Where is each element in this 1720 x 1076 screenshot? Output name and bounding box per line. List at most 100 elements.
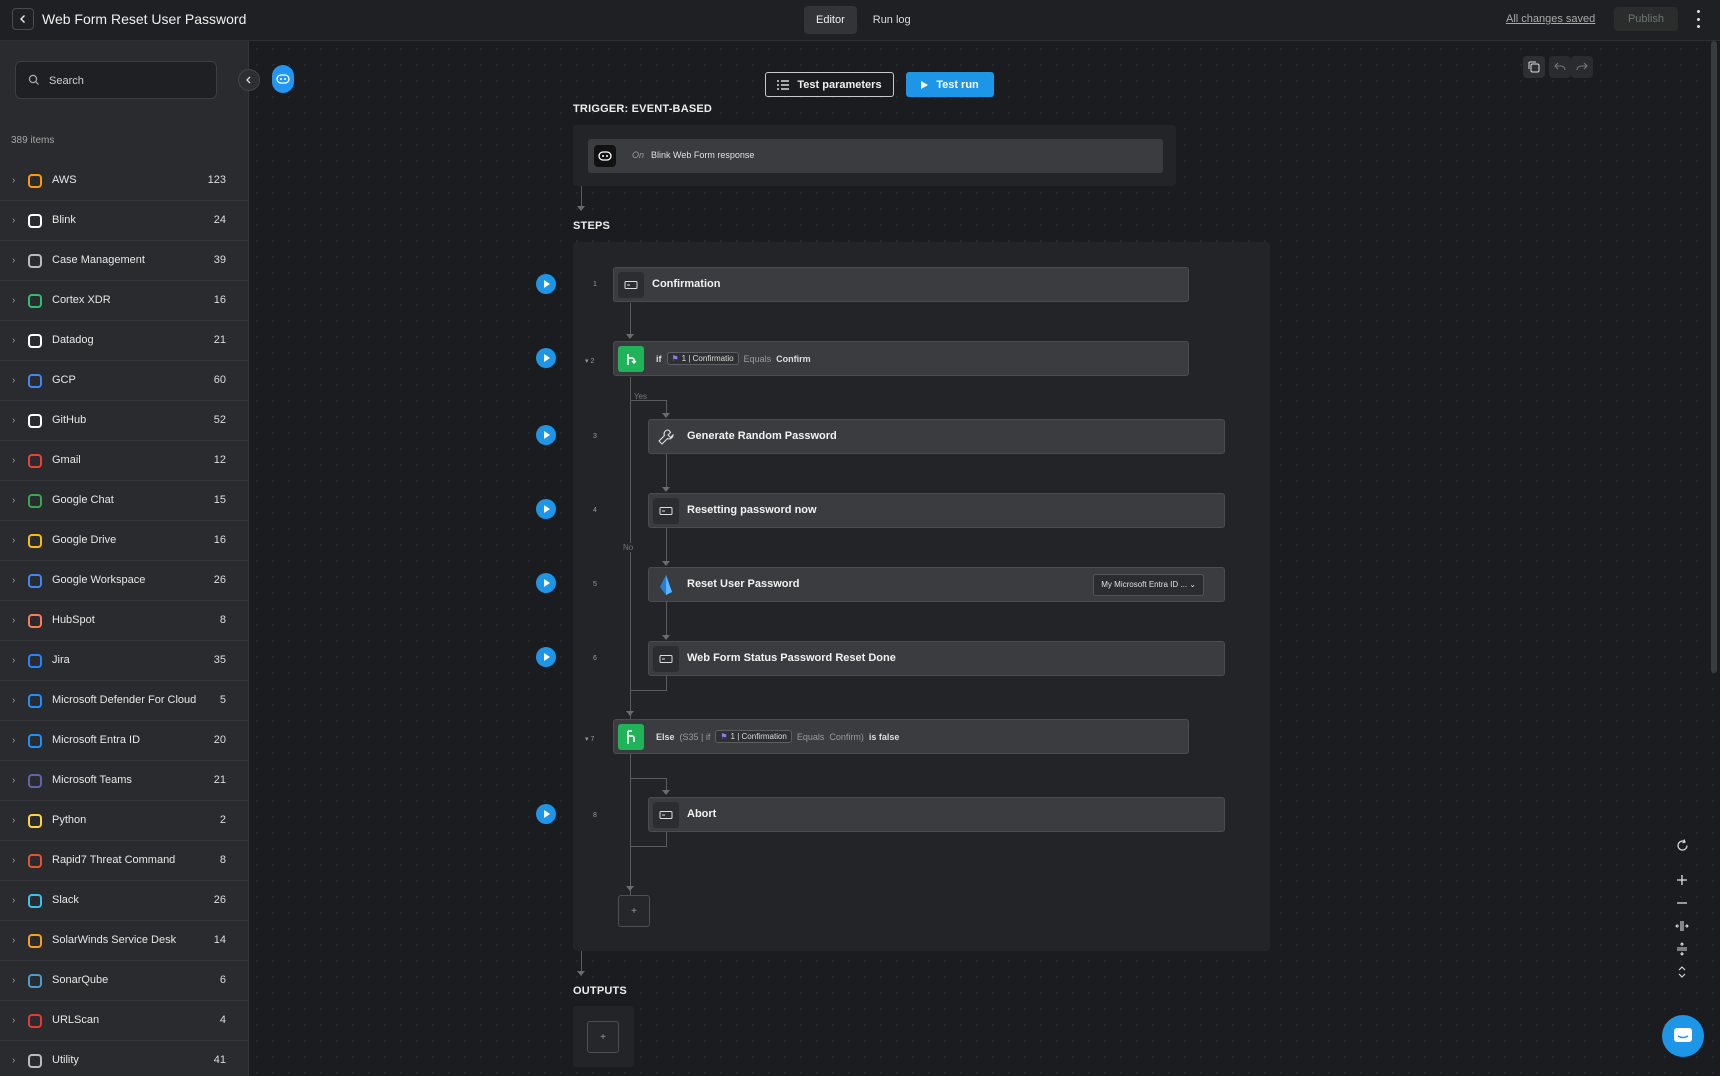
category-item[interactable]: › Rapid7 Threat Command 8 xyxy=(0,841,248,881)
category-item[interactable]: › Cortex XDR 16 xyxy=(0,281,248,321)
outputs-section-label: OUTPUTS xyxy=(573,985,627,997)
step-number: ▾ 2 xyxy=(585,358,595,365)
category-item[interactable]: › Microsoft Teams 21 xyxy=(0,761,248,801)
category-item[interactable]: › Jira 35 xyxy=(0,641,248,681)
category-item[interactable]: › Google Drive 16 xyxy=(0,521,248,561)
category-item[interactable]: › Slack 26 xyxy=(0,881,248,921)
zoom-out-icon[interactable] xyxy=(1668,892,1696,914)
connector-arrow xyxy=(662,635,670,640)
category-item[interactable]: › Case Management 39 xyxy=(0,241,248,281)
branch-icon xyxy=(618,346,644,372)
trigger-on-label: On xyxy=(632,150,645,160)
category-item[interactable]: › Blink 24 xyxy=(0,201,248,241)
category-item[interactable]: › Datadog 21 xyxy=(0,321,248,361)
category-item[interactable]: › Google Workspace 26 xyxy=(0,561,248,601)
category-label: AWS xyxy=(52,174,77,186)
connector xyxy=(666,832,667,846)
shield-icon xyxy=(28,694,42,708)
add-step-button[interactable]: + xyxy=(618,895,650,927)
copy-icon[interactable] xyxy=(1523,56,1545,78)
gmail-icon xyxy=(28,454,42,468)
category-label: Google Chat xyxy=(52,494,114,506)
connector-arrow xyxy=(662,487,670,492)
canvas-scrollbar[interactable] xyxy=(1711,41,1717,673)
category-item[interactable]: › Google Chat 15 xyxy=(0,481,248,521)
category-item[interactable]: › Microsoft Entra ID 20 xyxy=(0,721,248,761)
expand-collapse-icon[interactable] xyxy=(1668,961,1696,983)
chevron-right-icon: › xyxy=(12,335,16,346)
category-item[interactable]: › SolarWinds Service Desk 14 xyxy=(0,921,248,961)
category-item[interactable]: › GCP 60 xyxy=(0,361,248,401)
more-options-icon[interactable] xyxy=(1693,10,1703,28)
redo-icon[interactable] xyxy=(1571,56,1593,78)
chevron-right-icon: › xyxy=(12,295,16,306)
step-else-condition[interactable]: Else (S35 | if ⚑ 1 | Confirmation Equals … xyxy=(613,719,1189,754)
zoom-in-icon[interactable] xyxy=(1668,869,1696,891)
test-run-button[interactable]: Test run xyxy=(906,72,994,97)
step-number: 5 xyxy=(593,581,597,588)
run-step-4-button[interactable] xyxy=(536,499,556,519)
run-step-5-button[interactable] xyxy=(536,573,556,593)
trigger-step[interactable]: On Blink Web Form response xyxy=(588,139,1163,173)
collapse-sidebar-button[interactable] xyxy=(238,69,260,91)
variable-chip[interactable]: ⚑ 1 | Confirmatio xyxy=(666,352,739,365)
test-parameters-button[interactable]: Test parameters xyxy=(765,72,894,97)
step-web-form-status[interactable]: Web Form Status Password Reset Done xyxy=(648,641,1225,676)
category-item[interactable]: › Microsoft Defender For Cloud 5 xyxy=(0,681,248,721)
step-reset-user-password[interactable]: Reset User Password My Microsoft Entra I… xyxy=(648,567,1225,602)
connector-arrow xyxy=(626,711,634,716)
run-step-6-button[interactable] xyxy=(536,647,556,667)
run-step-2-button[interactable] xyxy=(536,348,556,368)
items-count: 389 items xyxy=(11,135,55,146)
tab-run-log[interactable]: Run log xyxy=(861,6,923,34)
step-abort[interactable]: Abort xyxy=(648,797,1225,832)
add-output-button[interactable]: + xyxy=(587,1021,619,1053)
step-confirmation[interactable]: Confirmation xyxy=(613,267,1189,302)
jira-icon xyxy=(28,654,42,668)
run-step-3-button[interactable] xyxy=(536,425,556,445)
category-item[interactable]: › Gmail 12 xyxy=(0,441,248,481)
category-item[interactable]: › Python 2 xyxy=(0,801,248,841)
search-input[interactable] xyxy=(49,71,209,91)
run-step-1-button[interactable] xyxy=(536,274,556,294)
bot-icon xyxy=(276,74,290,84)
chat-support-button[interactable] xyxy=(1662,1015,1704,1057)
copilot-button[interactable] xyxy=(272,65,294,93)
category-item[interactable]: › URLScan 4 xyxy=(0,1001,248,1041)
reset-view-icon[interactable] xyxy=(1668,834,1696,856)
chevron-right-icon: › xyxy=(12,575,16,586)
step-if-condition[interactable]: if ⚑ 1 | Confirmatio Equals Confirm xyxy=(613,341,1189,376)
connection-select[interactable]: My Microsoft Entra ID ... ⌄ xyxy=(1093,574,1204,596)
category-label: Python xyxy=(52,814,87,826)
chevron-right-icon: › xyxy=(12,615,16,626)
category-item[interactable]: › Utility 41 xyxy=(0,1041,248,1076)
category-item[interactable]: › SonarQube 6 xyxy=(0,961,248,1001)
back-button[interactable] xyxy=(12,8,34,30)
chevron-right-icon: › xyxy=(12,1015,16,1026)
trigger-section-label: TRIGGER: EVENT-BASED xyxy=(573,103,713,115)
category-item[interactable]: › AWS 123 xyxy=(0,161,248,201)
connector xyxy=(630,846,667,847)
category-count: 24 xyxy=(213,214,226,226)
branch-no-label: No xyxy=(623,543,634,552)
hubspot-icon xyxy=(28,614,42,628)
category-item[interactable]: › HubSpot 8 xyxy=(0,601,248,641)
undo-icon[interactable] xyxy=(1549,56,1571,78)
publish-button[interactable]: Publish xyxy=(1614,7,1678,31)
variable-chip[interactable]: ⚑ 1 | Confirmation xyxy=(715,730,792,743)
step-resetting-password-now[interactable]: Resetting password now xyxy=(648,493,1225,528)
fit-width-icon[interactable] xyxy=(1668,915,1696,937)
save-status-link[interactable]: All changes saved xyxy=(1506,13,1595,25)
datadog-icon xyxy=(28,334,42,348)
category-item[interactable]: › GitHub 52 xyxy=(0,401,248,441)
run-step-8-button[interactable] xyxy=(536,804,556,824)
step-generate-random-password[interactable]: Generate Random Password xyxy=(648,419,1225,454)
chevron-right-icon: › xyxy=(12,855,16,866)
google-chat-icon xyxy=(28,494,42,508)
slack-icon xyxy=(28,894,42,908)
actions-sidebar: 389 items ›AWS123›Blink24›Case Managemen… xyxy=(0,41,249,1076)
category-label: GCP xyxy=(52,374,76,386)
category-label: SonarQube xyxy=(52,974,109,986)
fit-height-icon[interactable] xyxy=(1668,938,1696,960)
tab-editor[interactable]: Editor xyxy=(804,6,857,34)
